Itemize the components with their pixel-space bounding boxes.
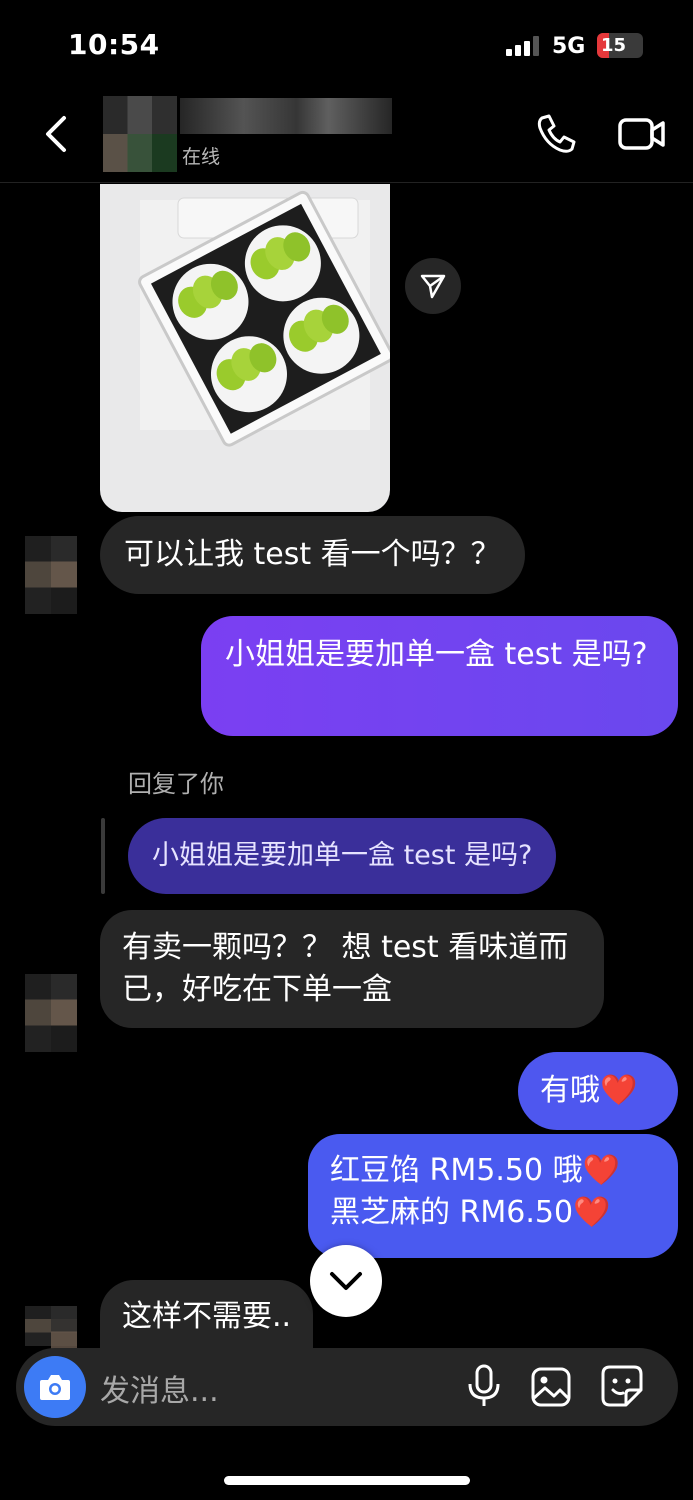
online-status: 在线	[182, 146, 221, 168]
camera-button[interactable]	[24, 1356, 86, 1418]
message-line: 红豆馅 RM5.50 哦❤️	[330, 1153, 620, 1188]
back-arrow-icon[interactable]	[40, 114, 72, 154]
shared-image-message[interactable]	[100, 184, 390, 512]
signal-icon	[506, 36, 539, 56]
gallery-icon[interactable]	[530, 1366, 572, 1408]
contact-name-redacted[interactable]	[180, 98, 392, 134]
network-label: 5G	[552, 34, 586, 59]
message-line: 黑芝麻的 RM6.50❤️	[330, 1195, 611, 1230]
scroll-to-bottom-button[interactable]	[310, 1245, 382, 1317]
outgoing-message[interactable]: 有哦❤️	[518, 1052, 678, 1130]
sender-avatar[interactable]	[25, 536, 77, 614]
mochi-box-photo	[138, 190, 390, 447]
sender-avatar[interactable]	[25, 974, 77, 1052]
reply-label: 回复了你	[128, 770, 224, 798]
chevron-down-icon	[330, 1272, 362, 1290]
share-button[interactable]	[405, 258, 461, 314]
incoming-message[interactable]: 这样不需要..	[100, 1280, 314, 1348]
reply-indicator-bar	[101, 818, 105, 894]
microphone-icon[interactable]	[464, 1364, 504, 1408]
phone-call-icon[interactable]	[534, 112, 578, 156]
incoming-message[interactable]: 可以让我 test 看一个吗？？	[100, 516, 525, 594]
camera-icon	[40, 1375, 70, 1400]
contact-avatar[interactable]	[103, 96, 177, 172]
incoming-message[interactable]: 有卖一颗吗？？ 想 test 看味道而已，好吃在下单一盒	[100, 910, 604, 1028]
quoted-message[interactable]: 小姐姐是要加单一盒 test 是吗?	[128, 818, 557, 894]
outgoing-message[interactable]: 红豆馅 RM5.50 哦❤️ 黑芝麻的 RM6.50❤️	[308, 1134, 678, 1258]
message-input[interactable]: 发消息...	[100, 1366, 219, 1410]
header-divider	[0, 182, 693, 183]
outgoing-message[interactable]: 小姐姐是要加单一盒 test 是吗?	[201, 616, 678, 736]
battery-level: 15	[601, 35, 627, 56]
sticker-icon[interactable]	[600, 1364, 644, 1408]
sender-avatar[interactable]	[25, 1306, 77, 1384]
status-time: 10:54	[68, 28, 160, 61]
video-call-icon[interactable]	[618, 114, 666, 154]
battery-icon: 15	[597, 33, 643, 58]
home-indicator	[224, 1476, 470, 1485]
send-arrow-icon	[420, 274, 446, 299]
